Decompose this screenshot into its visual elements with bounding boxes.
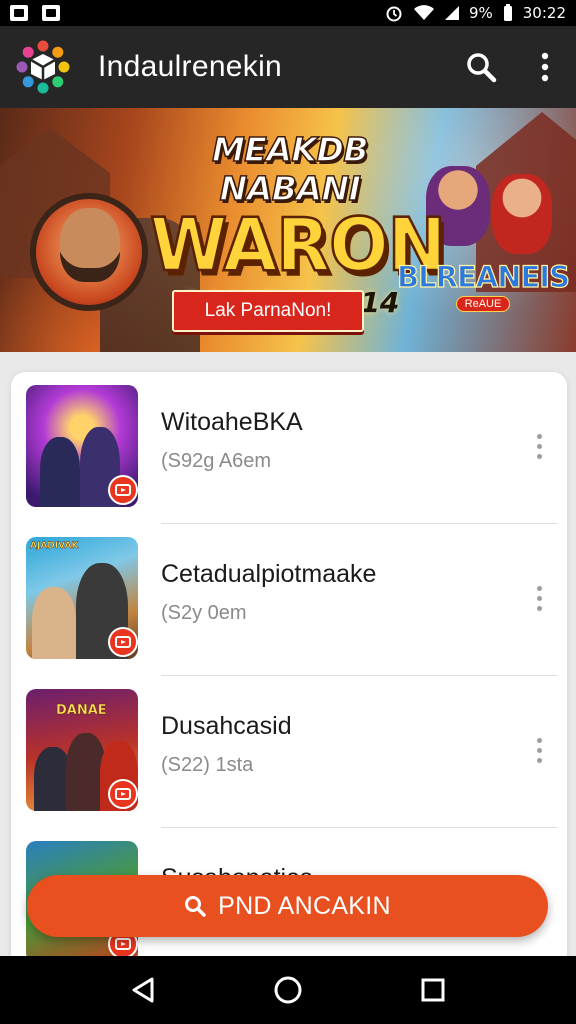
game-thumbnail: AJADIVAK [26, 537, 138, 659]
more-vert-icon [541, 52, 549, 82]
find-games-label: PND ANCAKIN [218, 891, 391, 920]
overflow-menu-button[interactable] [528, 50, 562, 84]
notification-icons [10, 5, 60, 21]
game-title: Cetadualpiotmaake [161, 560, 377, 588]
game-title: WitoaheBKA [161, 408, 303, 436]
search-icon [467, 53, 497, 83]
game-meta: (S2y 0em [161, 602, 247, 624]
notification-icon [10, 5, 28, 21]
banner-logo-chip: ReAUE [455, 296, 511, 312]
promo-banner[interactable]: MEAKDB NABANI WARON 14 VITGON 14 Lak Par… [0, 108, 576, 352]
battery-icon [503, 4, 512, 21]
app-logo[interactable] [14, 38, 72, 96]
system-nav-bar [0, 956, 576, 1024]
game-meta: (S92g A6em [161, 450, 272, 472]
item-menu-button[interactable] [527, 426, 551, 466]
banner-character [492, 174, 552, 254]
home-button[interactable] [268, 970, 308, 1010]
item-menu-button[interactable] [527, 730, 551, 770]
status-bar: 9% 30:22 [0, 0, 576, 26]
wifi-icon [413, 5, 434, 20]
thumbnail-figure [40, 437, 80, 507]
clock: 30:22 [522, 4, 566, 22]
game-thumbnail: DANAE [26, 689, 138, 811]
banner-title: WARON [149, 201, 448, 289]
notification-icon [42, 5, 60, 21]
game-thumbnail [26, 385, 138, 507]
app-bar: Indaulrenekin [0, 26, 576, 108]
thumbnail-tag: AJADIVAK [30, 541, 79, 551]
app-bar-actions [464, 50, 562, 84]
recents-icon [421, 978, 445, 1002]
banner-logo-text: BLREANEIS [396, 259, 570, 294]
app-title: Indaulrenekin [98, 50, 283, 83]
signal-text: 9% [468, 4, 493, 22]
thumbnail-figure [32, 587, 76, 659]
home-icon [274, 976, 302, 1004]
item-menu-button[interactable] [527, 578, 551, 618]
back-button[interactable] [123, 970, 163, 1010]
alarm-icon [386, 6, 402, 22]
video-badge-icon [108, 779, 138, 809]
system-icons: 9% 30:22 [385, 4, 566, 22]
back-icon [132, 977, 154, 1003]
banner-cta-button[interactable]: Lak ParnaNon! [172, 290, 364, 332]
game-meta: (S22) 1sta [161, 754, 254, 776]
video-badge-icon [108, 627, 138, 657]
search-button[interactable] [464, 50, 498, 84]
list-item[interactable]: DANAE Dusahcasid (S22) 1sta [11, 676, 567, 828]
cell-signal-icon [444, 6, 459, 20]
list-item[interactable]: AJADIVAK Cetadualpiotmaake (S2y 0em [11, 524, 567, 676]
game-title: Dusahcasid [161, 712, 292, 740]
list-item[interactable]: WitoaheBKA (S92g A6em [11, 372, 567, 524]
recents-button[interactable] [413, 970, 453, 1010]
banner-kicker: MEAKDB NABANI [211, 129, 369, 209]
screen: 9% 30:22 Indaulrenekin MEAKDB NABANI WAR… [0, 0, 576, 1024]
search-icon [185, 896, 206, 917]
thumbnail-tag: DANAE [56, 703, 107, 718]
video-badge-icon [108, 475, 138, 505]
banner-hero-face [60, 208, 120, 282]
find-games-button[interactable]: PND ANCAKIN [27, 875, 548, 937]
banner-game-logo: BLREANEIS ReAUE [396, 248, 571, 324]
